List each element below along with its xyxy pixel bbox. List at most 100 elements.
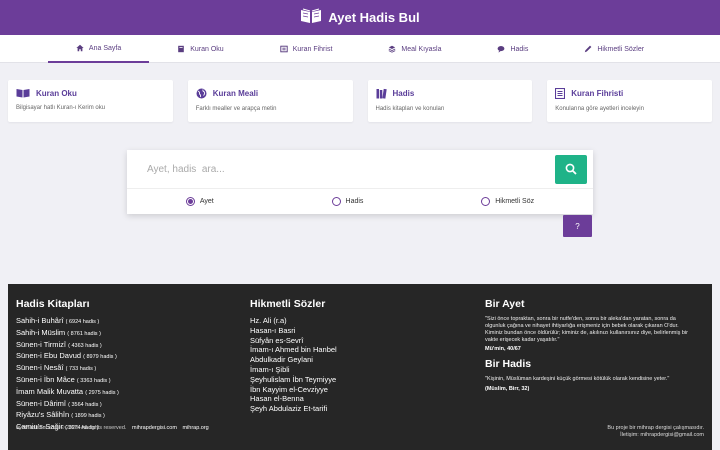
help-button[interactable]: ? xyxy=(563,215,592,237)
contact-text: İletişim: mihrapdergisi@gmail.com xyxy=(620,432,704,438)
nav-item-kuran-fihrist[interactable]: Kuran Fihrist xyxy=(252,35,361,63)
card-title: Kuran Meali xyxy=(212,89,259,98)
author-link[interactable]: Abdulkadir Geylani xyxy=(250,355,313,364)
author-link[interactable]: İmam-ı Şibli xyxy=(250,365,290,374)
footer-about: Bu proje bir mihrap dergisi çalışmasıdır… xyxy=(607,425,704,439)
site-title[interactable]: Ayet Hadis Bul xyxy=(328,10,419,25)
footer-link-mihrapdergisi[interactable]: mihrapdergisi.com xyxy=(132,425,177,431)
card-desc: Farklı mealler ve arapça metin xyxy=(195,106,277,112)
nav-label: Ana Sayfa xyxy=(88,44,122,52)
hadis-book-link[interactable]: Sünen-i Ebu Davud xyxy=(16,351,81,360)
author-link[interactable]: Süfyân es-Sevrî xyxy=(250,336,303,345)
hadis-count: ( 3363 hadis ) xyxy=(76,377,111,384)
list-item: Sünen-i Nesâî ( 733 hadis ) xyxy=(16,363,119,375)
radio-label: Hikmetli Söz xyxy=(495,198,535,205)
hadis-count: ( 8979 hadis ) xyxy=(83,354,117,361)
card-title: Kuran Fihristi xyxy=(571,89,624,98)
footer-hadis-kitaplari: Hadis Kitapları Sahih-i Buhârî ( 6924 ha… xyxy=(16,298,119,434)
pen-icon xyxy=(585,45,592,53)
footer-hikmetli-sozler: Hikmetli Sözler Hz. Ali (r.a) Hasan-ı Bas… xyxy=(250,298,337,414)
hadis-count: ( 6924 hadis ) xyxy=(65,319,100,325)
about-text: Bu proje bir mihrap dergisi çalışmasıdır… xyxy=(607,425,704,431)
ayet-reference: Mü'min, 40/67 xyxy=(485,346,521,352)
nav-label: Kuran Oku xyxy=(190,45,224,53)
card-title: Hadis xyxy=(392,89,415,98)
hadis-book-link[interactable]: Sünen-i Dârimî xyxy=(16,399,66,408)
list-item: Abdulkadir Geylani xyxy=(250,355,337,365)
footer-copyright-row: ayethadisbul.com © 2020. All rights rese… xyxy=(16,425,209,431)
author-link[interactable]: Şeyhulislam İbn Teymiyye xyxy=(250,375,336,384)
search-input[interactable] xyxy=(127,151,555,187)
card-kuran-fihristi[interactable]: Kuran Fihristi Konularına göre ayetleri … xyxy=(547,80,712,122)
index-icon xyxy=(555,88,566,99)
hadis-book-link[interactable]: Sahih-i Buhârî xyxy=(16,316,64,325)
card-hadis[interactable]: Hadis Hadis kitapları ve konuları xyxy=(367,80,533,122)
footer-heading: Bir Ayet xyxy=(485,298,525,310)
radio-hadis[interactable]: Hadis xyxy=(331,197,363,206)
nav-label: Meal Kıyasla xyxy=(401,45,442,53)
radio-hikmetli-soz[interactable]: Hikmetli Söz xyxy=(481,197,534,206)
nav-item-kuran-oku[interactable]: Kuran Oku xyxy=(149,35,251,63)
list-item: Hasan el-Benna xyxy=(250,394,337,404)
main-nav: Ana Sayfa Kuran Oku Kuran Fihrist Meal K… xyxy=(0,35,720,63)
hadis-count: ( 733 hadis ) xyxy=(65,366,97,373)
search-type-options: Ayet Hadis Hikmetli Söz xyxy=(127,188,593,214)
layers-icon xyxy=(389,45,396,53)
hadis-book-link[interactable]: Sünen-i Nesâî xyxy=(16,363,64,372)
radio-button[interactable] xyxy=(331,197,341,206)
nav-item-meal-kiyasla[interactable]: Meal Kıyasla xyxy=(360,35,469,63)
list-item: İbn Kayyim el-Cevziyye xyxy=(250,385,337,395)
card-kuran-oku[interactable]: Kuran Oku Bilgisayar hatlı Kuran-ı Kerim… xyxy=(8,80,173,122)
book-open-icon xyxy=(16,89,30,98)
radio-ayet[interactable]: Ayet xyxy=(185,197,214,206)
card-desc: Konularına göre ayetleri inceleyin xyxy=(555,106,644,112)
search-panel: Ayet Hadis Hikmetli Söz xyxy=(127,150,593,214)
list-item: Sahih-i Buhârî ( 6924 hadis ) xyxy=(16,316,119,328)
list-item: Süfyân es-Sevrî xyxy=(250,336,337,346)
hadis-book-link[interactable]: İmam Malik Muvatta xyxy=(16,387,83,396)
list-item: Sünen-i Dârimî ( 3564 hadis ) xyxy=(16,399,119,411)
hadis-book-link[interactable]: Sahih-i Müslim xyxy=(16,328,65,337)
hadis-text: "Kişinin, Müslüman kardeşini küçük görme… xyxy=(485,376,670,382)
search-icon xyxy=(565,163,577,175)
nav-item-hikmetli-sozler[interactable]: Hikmetli Sözler xyxy=(556,35,672,63)
header-bar: Ayet Hadis Bul xyxy=(0,0,720,35)
card-desc: Bilgisayar hatlı Kuran-ı Kerim oku xyxy=(16,105,106,111)
home-icon xyxy=(76,44,84,52)
author-link[interactable]: İmam-ı Ahmed bin Hanbel xyxy=(250,345,337,354)
hadis-count: ( 4363 hadis ) xyxy=(68,342,102,349)
list-item: İmam-ı Ahmed bin Hanbel xyxy=(250,345,337,355)
author-link[interactable]: Şeyh Abdulaziz Et-tarifi xyxy=(250,404,327,413)
nav-label: Kuran Fihrist xyxy=(292,45,333,53)
hadis-book-link[interactable]: Sünen-i Tirmizî xyxy=(16,340,66,349)
search-button[interactable] xyxy=(555,154,587,184)
nav-item-ana-sayfa[interactable]: Ana Sayfa xyxy=(47,35,150,63)
hikmet-author-list: Hz. Ali (r.a) Hasan-ı Basri Süfyân es-Sevr… xyxy=(250,316,337,414)
card-desc: Hadis kitapları ve konuları xyxy=(375,106,445,112)
footer-bir-ayet: Bir Ayet "Sizi önce topraktan, sonra bir… xyxy=(485,298,695,392)
hadis-book-link[interactable]: Sünen-i İbn Mâce xyxy=(16,375,75,384)
author-link[interactable]: Hz. Ali (r.a) xyxy=(250,316,287,325)
radio-button-checked[interactable] xyxy=(185,197,195,206)
radio-label: Ayet xyxy=(199,198,214,205)
hadis-book-link[interactable]: Riyâzu's Sâlihîn xyxy=(16,410,69,419)
footer-heading: Bir Hadis xyxy=(485,358,532,370)
ayet-text: "Sizi önce topraktan, sonra bir nutfe'de… xyxy=(485,316,688,343)
nav-item-hadis[interactable]: Hadis xyxy=(469,35,556,63)
list-icon xyxy=(280,45,288,53)
hadis-book-list: Sahih-i Buhârî ( 6924 hadis ) Sahih-i Müs… xyxy=(16,316,119,434)
list-item: Hz. Ali (r.a) xyxy=(250,316,337,326)
list-item: Sünen-i Ebu Davud ( 8979 hadis ) xyxy=(16,351,119,363)
author-link[interactable]: Hasan el-Benna xyxy=(250,394,304,403)
card-kuran-meali[interactable]: Kuran Meali Farklı mealler ve arapça met… xyxy=(187,80,353,122)
feature-cards: Kuran Oku Bilgisayar hatlı Kuran-ı Kerim… xyxy=(8,80,712,122)
author-link[interactable]: Hasan-ı Basri xyxy=(250,326,295,335)
footer: Hadis Kitapları Sahih-i Buhârî ( 6924 ha… xyxy=(8,284,712,450)
list-item: Hasan-ı Basri xyxy=(250,326,337,336)
author-link[interactable]: İbn Kayyim el-Cevziyye xyxy=(250,385,328,394)
list-item: Şeyh Abdulaziz Et-tarifi xyxy=(250,404,337,414)
open-book-icon xyxy=(300,7,322,29)
radio-button[interactable] xyxy=(481,197,491,206)
books-icon xyxy=(376,88,387,99)
footer-link-mihrap[interactable]: mihrap.org xyxy=(182,425,208,431)
